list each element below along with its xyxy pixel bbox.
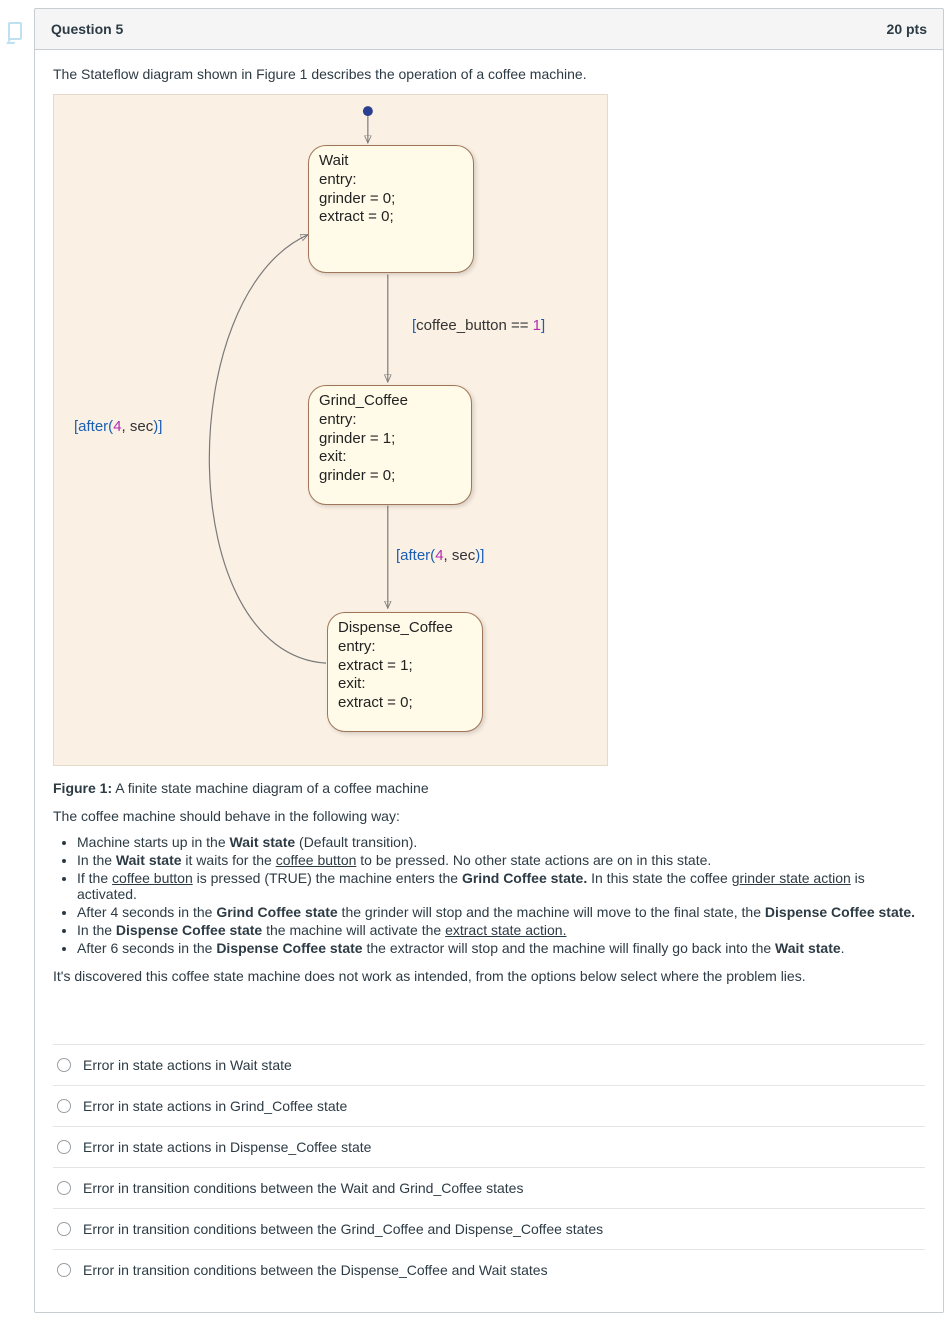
state-grind: Grind_Coffee entry: grinder = 1; exit: g… [308, 385, 472, 505]
list-item: After 4 seconds in the Grind Coffee stat… [77, 904, 925, 920]
transition-after4-a: [after(4, sec)] [396, 547, 484, 564]
question-title: Question 5 [51, 21, 123, 37]
question-points: 20 pts [887, 21, 927, 37]
stateflow-diagram: Wait entry: grinder = 0; extract = 0; Gr… [53, 94, 608, 766]
transition-after4-b: [after(4, sec)] [74, 418, 162, 435]
state-wait-body: entry: grinder = 0; extract = 0; [319, 171, 395, 226]
list-item: After 6 seconds in the Dispense Coffee s… [77, 940, 925, 956]
state-wait: Wait entry: grinder = 0; extract = 0; [308, 145, 474, 273]
transition-coffee-button: [coffee_button == 1] [412, 317, 545, 334]
option-0[interactable]: Error in state actions in Wait state [53, 1045, 925, 1086]
state-dispense-body: entry: extract = 1; exit: extract = 0; [338, 638, 413, 711]
option-5[interactable]: Error in transition conditions between t… [53, 1250, 925, 1290]
option-2[interactable]: Error in state actions in Dispense_Coffe… [53, 1127, 925, 1168]
state-grind-body: entry: grinder = 1; exit: grinder = 0; [319, 411, 395, 484]
option-4[interactable]: Error in transition conditions between t… [53, 1209, 925, 1250]
radio-icon[interactable] [57, 1140, 71, 1154]
radio-icon[interactable] [57, 1263, 71, 1277]
question-body: The Stateflow diagram shown in Figure 1 … [35, 50, 943, 1312]
question-card: Question 5 20 pts The Stateflow diagram … [34, 8, 944, 1313]
flag-icon[interactable] [8, 22, 22, 40]
option-label: Error in transition conditions between t… [83, 1262, 548, 1278]
figure-caption: Figure 1: A finite state machine diagram… [53, 780, 925, 796]
option-label: Error in state actions in Wait state [83, 1057, 292, 1073]
radio-icon[interactable] [57, 1181, 71, 1195]
problem-prompt: It's discovered this coffee state machin… [53, 968, 925, 984]
question-header: Question 5 20 pts [35, 9, 943, 50]
state-dispense: Dispense_Coffee entry: extract = 1; exit… [327, 612, 483, 732]
behavior-list: Machine starts up in the Wait state (Def… [53, 834, 925, 956]
radio-icon[interactable] [57, 1099, 71, 1113]
answer-options: Error in state actions in Wait state Err… [53, 1044, 925, 1290]
option-label: Error in state actions in Dispense_Coffe… [83, 1139, 371, 1155]
option-label: Error in transition conditions between t… [83, 1180, 523, 1196]
list-item: If the coffee button is pressed (TRUE) t… [77, 870, 925, 902]
option-label: Error in state actions in Grind_Coffee s… [83, 1098, 347, 1114]
radio-icon[interactable] [57, 1058, 71, 1072]
radio-icon[interactable] [57, 1222, 71, 1236]
state-grind-name: Grind_Coffee [319, 392, 408, 409]
caption-label: Figure 1: [53, 780, 112, 796]
list-item: In the Wait state it waits for the coffe… [77, 852, 925, 868]
intro-text: The Stateflow diagram shown in Figure 1 … [53, 66, 925, 82]
option-3[interactable]: Error in transition conditions between t… [53, 1168, 925, 1209]
behavior-intro: The coffee machine should behave in the … [53, 808, 925, 824]
option-1[interactable]: Error in state actions in Grind_Coffee s… [53, 1086, 925, 1127]
state-wait-name: Wait [319, 152, 348, 169]
list-item: Machine starts up in the Wait state (Def… [77, 834, 925, 850]
list-item: In the Dispense Coffee state the machine… [77, 922, 925, 938]
option-label: Error in transition conditions between t… [83, 1221, 603, 1237]
state-dispense-name: Dispense_Coffee [338, 619, 453, 636]
caption-text: A finite state machine diagram of a coff… [112, 780, 428, 796]
